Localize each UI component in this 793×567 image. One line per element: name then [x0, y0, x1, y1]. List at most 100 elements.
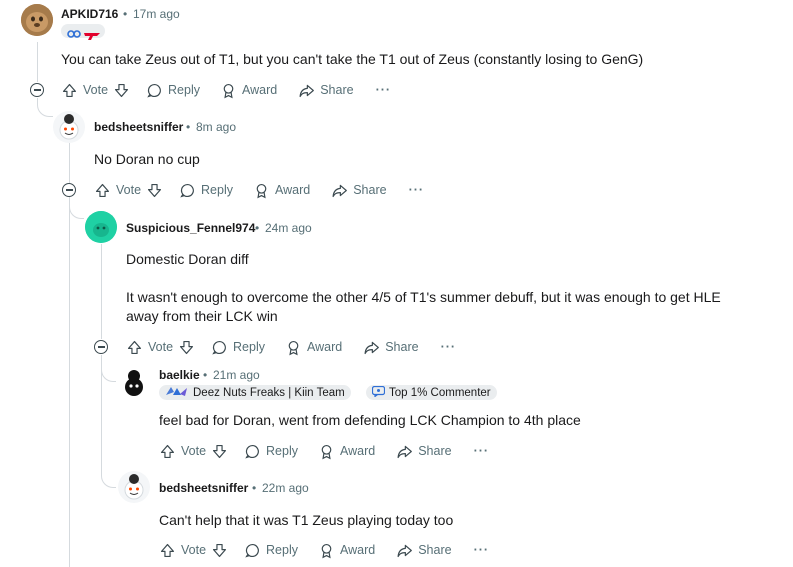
link-icon [67, 26, 81, 44]
share-button[interactable]: Share [396, 443, 452, 460]
comment-username[interactable]: Suspicious_Fennel974 [126, 221, 255, 235]
thread-elbow [101, 462, 116, 488]
avatar[interactable] [21, 4, 53, 36]
team-emblem-icon [165, 386, 189, 400]
reply-button[interactable]: Reply [179, 182, 233, 199]
vote-group: Vote [61, 82, 130, 99]
comment-timestamp[interactable]: 22m ago [262, 481, 309, 495]
share-icon [396, 443, 413, 460]
collapse-thread-button[interactable] [30, 83, 44, 97]
award-label: Award [340, 543, 376, 557]
share-label: Share [385, 340, 419, 354]
comment-timestamp[interactable]: 8m ago [196, 120, 236, 134]
vote-label: Vote [181, 444, 207, 458]
user-flair [61, 24, 105, 40]
comment-separator: • [252, 481, 257, 495]
reply-label: Reply [266, 543, 298, 557]
upvote-icon[interactable] [61, 82, 78, 99]
avatar[interactable] [118, 471, 150, 503]
comment-timestamp[interactable]: 24m ago [265, 221, 312, 235]
upvote-icon[interactable] [159, 542, 176, 559]
comment-separator: • [255, 221, 260, 235]
thread-line [69, 143, 70, 183]
thread-line [37, 42, 38, 82]
t1-logo-icon [84, 27, 100, 45]
award-icon [253, 182, 270, 199]
award-label: Award [275, 183, 311, 197]
comment-username[interactable]: APKID716 [61, 7, 118, 21]
more-options-button[interactable]: ··· [474, 543, 490, 557]
award-label: Award [242, 83, 278, 97]
comment-body-paragraph: It wasn't enough to overcome the other 4… [126, 289, 721, 305]
award-button[interactable]: Award [318, 542, 375, 559]
share-label: Share [418, 444, 452, 458]
award-icon [220, 82, 237, 99]
vote-group: Vote [126, 339, 195, 356]
share-button[interactable]: Share [331, 182, 387, 199]
share-icon [331, 182, 348, 199]
downvote-icon[interactable] [211, 443, 228, 460]
share-button[interactable]: Share [363, 339, 419, 356]
comment-separator: • [123, 7, 128, 21]
more-options-button[interactable]: ··· [409, 183, 425, 197]
reply-button[interactable]: Reply [211, 339, 265, 356]
downvote-icon[interactable] [146, 182, 163, 199]
thread-elbow [37, 98, 53, 117]
share-label: Share [418, 543, 452, 557]
share-button[interactable]: Share [396, 542, 452, 559]
comment-username[interactable]: bedsheetsniffer [159, 481, 248, 495]
vote-label: Vote [83, 83, 109, 97]
vote-label: Vote [181, 543, 207, 557]
vote-group: Vote [159, 542, 228, 559]
top-commenter-badge: Top 1% Commenter [366, 385, 497, 400]
upvote-icon[interactable] [94, 182, 111, 199]
share-icon [396, 542, 413, 559]
comment-body-paragraph: away from their LCK win [126, 308, 278, 324]
comment-username[interactable]: baelkie [159, 368, 200, 382]
award-icon [285, 339, 302, 356]
reply-button[interactable]: Reply [244, 542, 298, 559]
upvote-icon[interactable] [126, 339, 143, 356]
user-flair: Deez Nuts Freaks | Kiin Team [159, 385, 351, 400]
more-options-button[interactable]: ··· [474, 444, 490, 458]
vote-group: Vote [94, 182, 163, 199]
comment-timestamp[interactable]: 17m ago [133, 7, 180, 21]
award-label: Award [340, 444, 376, 458]
share-icon [298, 82, 315, 99]
downvote-icon[interactable] [211, 542, 228, 559]
upvote-icon[interactable] [159, 443, 176, 460]
award-button[interactable]: Award [220, 82, 277, 99]
downvote-icon[interactable] [113, 82, 130, 99]
collapse-thread-button[interactable] [62, 183, 76, 197]
comment-timestamp[interactable]: 21m ago [213, 368, 260, 382]
award-icon [318, 443, 335, 460]
downvote-icon[interactable] [178, 339, 195, 356]
award-button[interactable]: Award [285, 339, 342, 356]
comment-bubble-icon [146, 82, 163, 99]
avatar[interactable] [85, 211, 117, 243]
comment-actions: Vote Reply Award Share ··· [61, 80, 391, 100]
thread-line [101, 244, 102, 339]
thread-elbow [101, 355, 116, 382]
comment-body: feel bad for Doran, went from defending … [159, 412, 581, 428]
share-label: Share [320, 83, 354, 97]
more-options-button[interactable]: ··· [441, 340, 457, 354]
comment-body: You can take Zeus out of T1, but you can… [61, 51, 644, 67]
award-button[interactable]: Award [318, 443, 375, 460]
comment-bubble-icon [179, 182, 196, 199]
comment-username[interactable]: bedsheetsniffer [94, 120, 183, 134]
award-icon [318, 542, 335, 559]
vote-label: Vote [116, 183, 142, 197]
more-options-button[interactable]: ··· [376, 83, 392, 97]
reply-button[interactable]: Reply [146, 82, 200, 99]
avatar[interactable] [53, 111, 85, 143]
vote-label: Vote [148, 340, 174, 354]
award-button[interactable]: Award [253, 182, 310, 199]
vote-group: Vote [159, 443, 228, 460]
share-button[interactable]: Share [298, 82, 354, 99]
collapse-thread-button[interactable] [94, 340, 108, 354]
avatar[interactable] [118, 367, 150, 399]
comment-actions: Vote Reply Award Share ··· [159, 540, 489, 560]
reply-button[interactable]: Reply [244, 443, 298, 460]
comment-body: Domestic Doran diff [126, 251, 249, 267]
